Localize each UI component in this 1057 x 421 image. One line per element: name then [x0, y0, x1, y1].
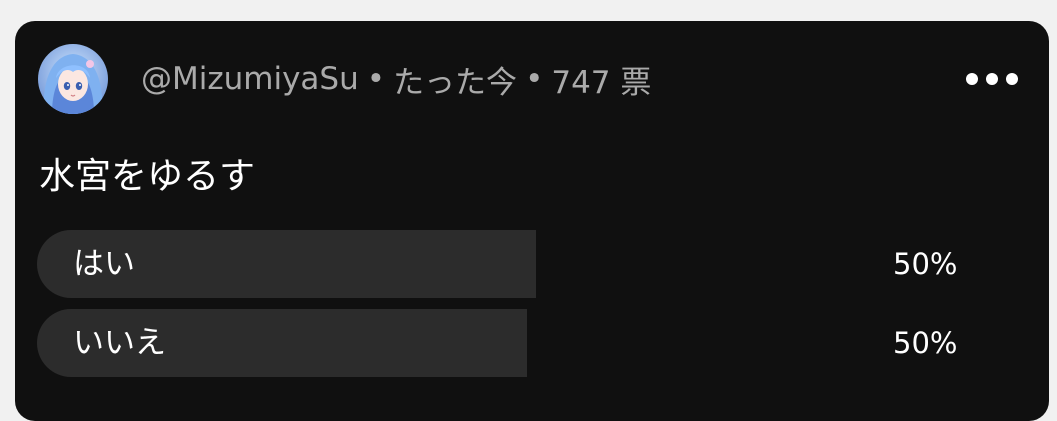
poll-option-label: いいえ	[73, 325, 166, 361]
vote-count: 747 票	[551, 64, 652, 101]
post-meta: @MizumiyaSu • たった今 • 747 票	[141, 57, 651, 101]
avatar[interactable]	[38, 44, 108, 114]
poll-card: @MizumiyaSu • たった今 • 747 票 水宮をゆるす はい 50%…	[15, 21, 1049, 421]
poll-option[interactable]: はい 50%	[37, 230, 997, 298]
poll-question: 水宮をゆるす	[39, 156, 256, 197]
menu-dot	[966, 73, 978, 85]
poll-option[interactable]: いいえ 50%	[37, 309, 997, 377]
more-horizontal-icon[interactable]	[966, 65, 1018, 93]
avatar-image	[38, 44, 108, 114]
poll-option-percent: 50%	[893, 326, 958, 360]
poll-option-percent: 50%	[893, 247, 958, 281]
author-name[interactable]: @MizumiyaSu	[141, 61, 359, 97]
meta-separator: •	[366, 61, 386, 97]
poll-option-label: はい	[73, 246, 135, 282]
post-time: たった今	[393, 64, 518, 101]
meta-separator: •	[525, 61, 544, 97]
menu-dot	[986, 73, 998, 85]
menu-dot	[1006, 73, 1018, 85]
